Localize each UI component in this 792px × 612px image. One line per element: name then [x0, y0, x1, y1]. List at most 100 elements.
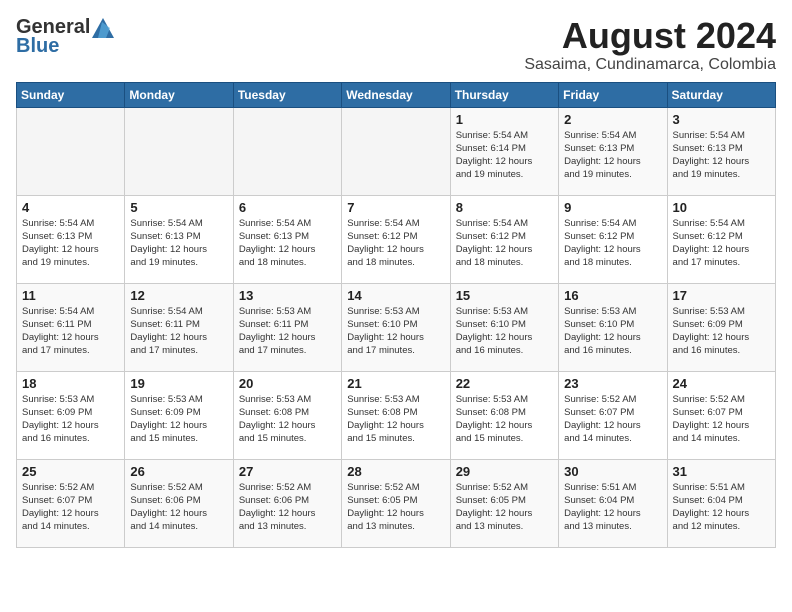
- day-info: Sunrise: 5:54 AM Sunset: 6:12 PM Dayligh…: [456, 217, 553, 270]
- day-number: 7: [347, 200, 444, 215]
- day-info: Sunrise: 5:51 AM Sunset: 6:04 PM Dayligh…: [564, 481, 661, 534]
- day-info: Sunrise: 5:52 AM Sunset: 6:05 PM Dayligh…: [347, 481, 444, 534]
- day-number: 24: [673, 376, 770, 391]
- day-info: Sunrise: 5:52 AM Sunset: 6:05 PM Dayligh…: [456, 481, 553, 534]
- calendar-title: August 2024: [524, 16, 776, 56]
- calendar-week-row: 1 Sunrise: 5:54 AM Sunset: 6:14 PM Daylig…: [17, 107, 776, 195]
- day-number: 30: [564, 464, 661, 479]
- calendar-subtitle: Sasaima, Cundinamarca, Colombia: [524, 56, 776, 74]
- calendar-cell: 23 Sunrise: 5:52 AM Sunset: 6:07 PM Dayli…: [559, 371, 667, 459]
- weekday-header: Monday: [125, 82, 233, 107]
- calendar-cell: 14 Sunrise: 5:53 AM Sunset: 6:10 PM Dayli…: [342, 283, 450, 371]
- day-info: Sunrise: 5:52 AM Sunset: 6:06 PM Dayligh…: [130, 481, 227, 534]
- calendar-cell: 17 Sunrise: 5:53 AM Sunset: 6:09 PM Dayli…: [667, 283, 775, 371]
- calendar-cell: 10Sunrise: 5:54 AM Sunset: 6:12 PM Dayli…: [667, 195, 775, 283]
- calendar-cell: 15 Sunrise: 5:53 AM Sunset: 6:10 PM Dayli…: [450, 283, 558, 371]
- calendar-cell: 5 Sunrise: 5:54 AM Sunset: 6:13 PM Daylig…: [125, 195, 233, 283]
- calendar-cell: 1 Sunrise: 5:54 AM Sunset: 6:14 PM Daylig…: [450, 107, 558, 195]
- day-number: 31: [673, 464, 770, 479]
- title-block: August 2024 Sasaima, Cundinamarca, Colom…: [524, 16, 776, 74]
- calendar-cell: [342, 107, 450, 195]
- calendar-cell: 9 Sunrise: 5:54 AM Sunset: 6:12 PM Daylig…: [559, 195, 667, 283]
- calendar-week-row: 11 Sunrise: 5:54 AM Sunset: 6:11 PM Dayli…: [17, 283, 776, 371]
- calendar-week-row: 4Sunrise: 5:54 AM Sunset: 6:13 PM Daylig…: [17, 195, 776, 283]
- day-number: 13: [239, 288, 336, 303]
- day-info: Sunrise: 5:53 AM Sunset: 6:08 PM Dayligh…: [239, 393, 336, 446]
- day-info: Sunrise: 5:54 AM Sunset: 6:11 PM Dayligh…: [130, 305, 227, 358]
- calendar-cell: 20 Sunrise: 5:53 AM Sunset: 6:08 PM Dayli…: [233, 371, 341, 459]
- calendar-cell: 30 Sunrise: 5:51 AM Sunset: 6:04 PM Dayli…: [559, 459, 667, 547]
- calendar-cell: 27Sunrise: 5:52 AM Sunset: 6:06 PM Dayli…: [233, 459, 341, 547]
- calendar-cell: 25Sunrise: 5:52 AM Sunset: 6:07 PM Dayli…: [17, 459, 125, 547]
- day-info: Sunrise: 5:52 AM Sunset: 6:06 PM Dayligh…: [239, 481, 336, 534]
- weekday-header: Sunday: [17, 82, 125, 107]
- day-info: Sunrise: 5:54 AM Sunset: 6:12 PM Dayligh…: [564, 217, 661, 270]
- calendar-header: SundayMondayTuesdayWednesdayThursdayFrid…: [17, 82, 776, 107]
- day-info: Sunrise: 5:53 AM Sunset: 6:11 PM Dayligh…: [239, 305, 336, 358]
- day-info: Sunrise: 5:53 AM Sunset: 6:10 PM Dayligh…: [347, 305, 444, 358]
- day-info: Sunrise: 5:53 AM Sunset: 6:09 PM Dayligh…: [130, 393, 227, 446]
- day-number: 20: [239, 376, 336, 391]
- calendar-cell: 16 Sunrise: 5:53 AM Sunset: 6:10 PM Dayli…: [559, 283, 667, 371]
- day-number: 3: [673, 112, 770, 127]
- calendar-cell: 6Sunrise: 5:54 AM Sunset: 6:13 PM Daylig…: [233, 195, 341, 283]
- day-number: 29: [456, 464, 553, 479]
- day-number: 19: [130, 376, 227, 391]
- calendar-cell: 18 Sunrise: 5:53 AM Sunset: 6:09 PM Dayli…: [17, 371, 125, 459]
- weekday-header: Wednesday: [342, 82, 450, 107]
- calendar-body: 1 Sunrise: 5:54 AM Sunset: 6:14 PM Daylig…: [17, 107, 776, 547]
- calendar-cell: 8 Sunrise: 5:54 AM Sunset: 6:12 PM Daylig…: [450, 195, 558, 283]
- calendar-cell: 28 Sunrise: 5:52 AM Sunset: 6:05 PM Dayli…: [342, 459, 450, 547]
- page-header: General Blue August 2024 Sasaima, Cundin…: [16, 16, 776, 74]
- day-number: 2: [564, 112, 661, 127]
- calendar-cell: 29 Sunrise: 5:52 AM Sunset: 6:05 PM Dayli…: [450, 459, 558, 547]
- day-info: Sunrise: 5:53 AM Sunset: 6:10 PM Dayligh…: [456, 305, 553, 358]
- weekday-header: Tuesday: [233, 82, 341, 107]
- day-info: Sunrise: 5:52 AM Sunset: 6:07 PM Dayligh…: [564, 393, 661, 446]
- calendar-week-row: 18 Sunrise: 5:53 AM Sunset: 6:09 PM Dayli…: [17, 371, 776, 459]
- calendar-table: SundayMondayTuesdayWednesdayThursdayFrid…: [16, 82, 776, 548]
- day-info: Sunrise: 5:51 AM Sunset: 6:04 PM Dayligh…: [673, 481, 770, 534]
- day-number: 1: [456, 112, 553, 127]
- day-info: Sunrise: 5:54 AM Sunset: 6:13 PM Dayligh…: [564, 129, 661, 182]
- calendar-cell: [125, 107, 233, 195]
- day-number: 23: [564, 376, 661, 391]
- day-info: Sunrise: 5:53 AM Sunset: 6:09 PM Dayligh…: [673, 305, 770, 358]
- calendar-cell: 22 Sunrise: 5:53 AM Sunset: 6:08 PM Dayli…: [450, 371, 558, 459]
- calendar-cell: 12 Sunrise: 5:54 AM Sunset: 6:11 PM Dayli…: [125, 283, 233, 371]
- calendar-week-row: 25Sunrise: 5:52 AM Sunset: 6:07 PM Dayli…: [17, 459, 776, 547]
- day-info: Sunrise: 5:54 AM Sunset: 6:13 PM Dayligh…: [22, 217, 119, 270]
- day-number: 11: [22, 288, 119, 303]
- day-info: Sunrise: 5:54 AM Sunset: 6:13 PM Dayligh…: [673, 129, 770, 182]
- weekday-header: Saturday: [667, 82, 775, 107]
- day-number: 16: [564, 288, 661, 303]
- day-number: 28: [347, 464, 444, 479]
- day-number: 21: [347, 376, 444, 391]
- day-info: Sunrise: 5:54 AM Sunset: 6:14 PM Dayligh…: [456, 129, 553, 182]
- calendar-cell: [233, 107, 341, 195]
- calendar-cell: 19 Sunrise: 5:53 AM Sunset: 6:09 PM Dayli…: [125, 371, 233, 459]
- day-number: 14: [347, 288, 444, 303]
- day-number: 18: [22, 376, 119, 391]
- day-number: 22: [456, 376, 553, 391]
- day-number: 15: [456, 288, 553, 303]
- day-number: 17: [673, 288, 770, 303]
- logo: General Blue: [16, 16, 114, 58]
- day-number: 26: [130, 464, 227, 479]
- day-info: Sunrise: 5:53 AM Sunset: 6:09 PM Dayligh…: [22, 393, 119, 446]
- day-info: Sunrise: 5:53 AM Sunset: 6:08 PM Dayligh…: [347, 393, 444, 446]
- day-number: 5: [130, 200, 227, 215]
- calendar-cell: 13 Sunrise: 5:53 AM Sunset: 6:11 PM Dayli…: [233, 283, 341, 371]
- day-number: 12: [130, 288, 227, 303]
- calendar-cell: 3 Sunrise: 5:54 AM Sunset: 6:13 PM Daylig…: [667, 107, 775, 195]
- day-info: Sunrise: 5:53 AM Sunset: 6:10 PM Dayligh…: [564, 305, 661, 358]
- day-number: 8: [456, 200, 553, 215]
- day-info: Sunrise: 5:54 AM Sunset: 6:13 PM Dayligh…: [130, 217, 227, 270]
- calendar-cell: 7Sunrise: 5:54 AM Sunset: 6:12 PM Daylig…: [342, 195, 450, 283]
- day-number: 9: [564, 200, 661, 215]
- calendar-cell: [17, 107, 125, 195]
- calendar-cell: 24Sunrise: 5:52 AM Sunset: 6:07 PM Dayli…: [667, 371, 775, 459]
- logo-icon: [92, 18, 114, 38]
- day-info: Sunrise: 5:53 AM Sunset: 6:08 PM Dayligh…: [456, 393, 553, 446]
- weekday-header: Thursday: [450, 82, 558, 107]
